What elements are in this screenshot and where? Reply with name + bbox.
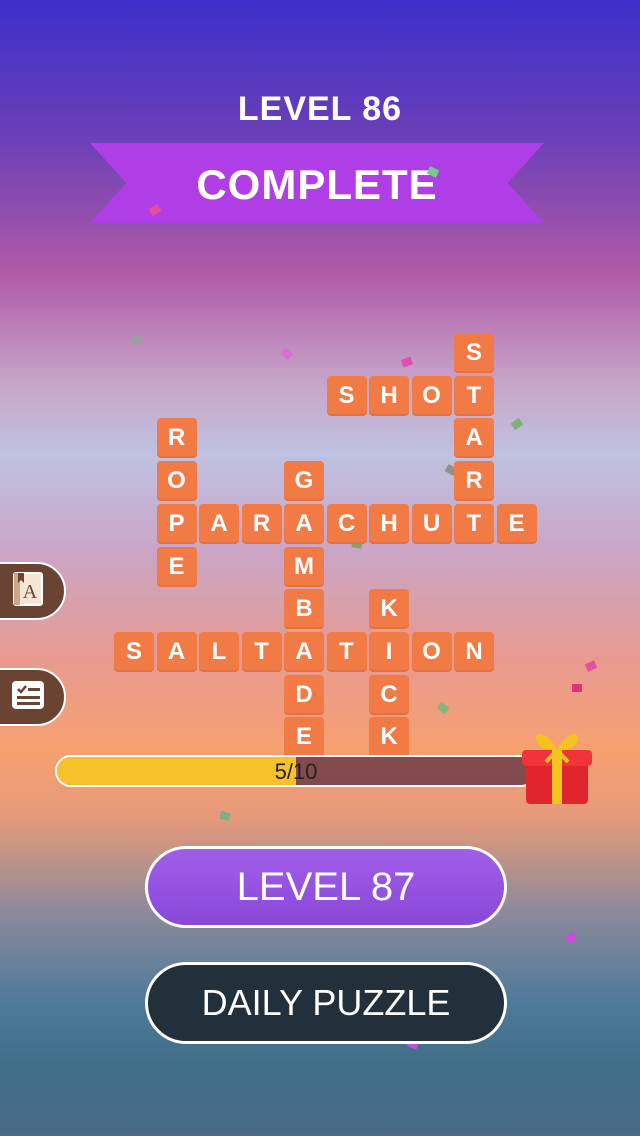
- confetti: [400, 356, 414, 368]
- daily-puzzle-label: DAILY PUZZLE: [201, 982, 451, 1023]
- dictionary-icon: A: [8, 569, 48, 614]
- next-level-label: LEVEL 87: [236, 864, 416, 909]
- letter-tile: S: [114, 631, 154, 672]
- letter-tile: L: [199, 631, 239, 672]
- letter-tile: R: [454, 461, 494, 502]
- letter-tile: E: [496, 503, 537, 544]
- letter-tile: O: [411, 375, 452, 416]
- letter-tile: R: [241, 503, 282, 544]
- confetti: [280, 347, 294, 361]
- letter-tile: T: [326, 631, 367, 672]
- confetti: [584, 660, 598, 672]
- letter-tile: D: [284, 674, 324, 715]
- gift-icon[interactable]: [516, 724, 598, 808]
- next-level-button[interactable]: LEVEL 87: [145, 846, 507, 928]
- progress-text: 5/10: [274, 759, 318, 784]
- confetti: [564, 932, 578, 944]
- dictionary-button[interactable]: A: [0, 562, 66, 620]
- letter-tile: T: [241, 631, 282, 672]
- letter-tile: M: [284, 546, 324, 587]
- checklist-button[interactable]: [0, 668, 66, 726]
- confetti: [219, 810, 231, 822]
- letter-tile: H: [369, 375, 409, 416]
- letter-tile: N: [454, 631, 494, 672]
- letter-tile: C: [326, 503, 367, 544]
- letter-tile: E: [156, 546, 197, 587]
- letter-tile: T: [454, 375, 494, 416]
- letter-tile: B: [284, 589, 324, 630]
- daily-puzzle-button[interactable]: DAILY PUZZLE: [145, 962, 507, 1044]
- letter-tile: K: [369, 717, 409, 758]
- letter-tile: O: [411, 631, 452, 672]
- letter-tile: A: [156, 631, 197, 672]
- letter-tile: A: [284, 503, 324, 544]
- letter-tile: S: [326, 375, 367, 416]
- confetti: [436, 701, 450, 715]
- letter-tile: T: [454, 503, 494, 544]
- letter-tile: E: [284, 717, 324, 758]
- letter-tile: O: [156, 461, 197, 502]
- letter-tile: K: [369, 589, 409, 630]
- letter-tile: P: [156, 503, 197, 544]
- letter-tile: S: [454, 333, 494, 373]
- letter-tile: C: [369, 674, 409, 715]
- letter-tile: A: [199, 503, 239, 544]
- confetti: [131, 334, 143, 346]
- letter-tile: U: [411, 503, 452, 544]
- level-title: LEVEL 86: [237, 90, 403, 128]
- svg-text:A: A: [23, 581, 38, 603]
- confetti: [572, 684, 582, 692]
- letter-tile: H: [369, 503, 409, 544]
- letter-tile: R: [156, 418, 197, 459]
- letter-tile: A: [454, 418, 494, 459]
- checklist-icon: [8, 675, 48, 720]
- confetti: [510, 417, 524, 431]
- letter-tile: I: [369, 631, 409, 672]
- letter-tile: A: [284, 631, 324, 672]
- letter-tile: G: [284, 461, 324, 502]
